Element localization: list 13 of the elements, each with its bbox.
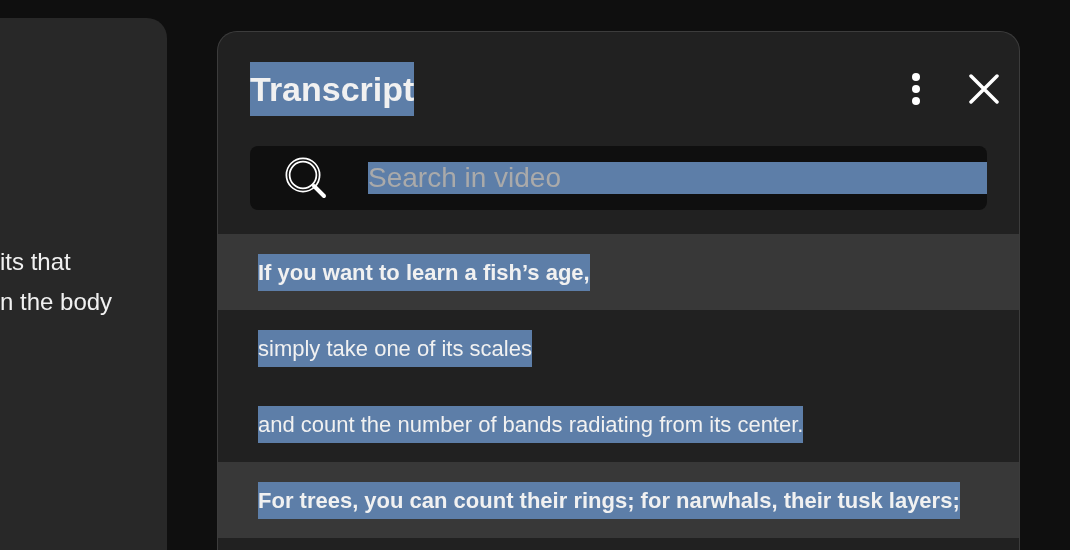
kebab-icon (911, 72, 921, 106)
transcript-segment[interactable]: For trees, you can count their rings; for narwhals, their tusk layers; (218, 462, 1019, 538)
more-button[interactable] (911, 72, 921, 106)
transcript-segment[interactable]: simply take one of its scales (218, 310, 1019, 386)
panel-title: Transcript (250, 62, 415, 116)
close-icon (969, 74, 999, 104)
transcript-segment[interactable]: If you want to learn a fish’s age, (218, 234, 1019, 310)
search-icon (284, 156, 328, 200)
search-field[interactable]: Search in video (250, 146, 987, 210)
body-text: n the body (0, 287, 114, 317)
transcript-segment[interactable]: and count the number of bands radiating from its center. (218, 386, 1019, 462)
body-text: its that (0, 247, 72, 277)
close-button[interactable] (969, 74, 999, 104)
